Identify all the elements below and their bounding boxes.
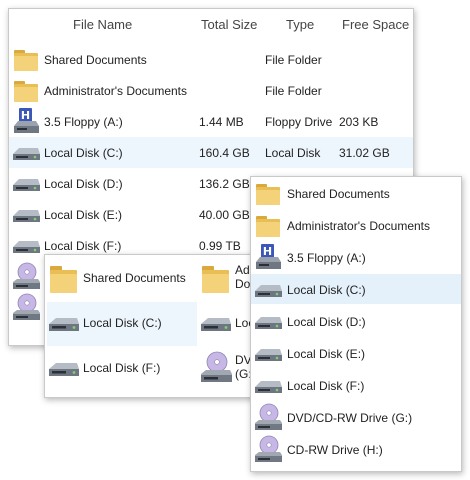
details-row[interactable]: Shared Documents File Folder	[9, 44, 413, 75]
list-item-label: DVD/CD-RW Drive (G:)	[287, 411, 413, 425]
list-item-label: Local Disk (D:)	[287, 315, 366, 329]
details-row[interactable]: H 3.5 Floppy (A:) 1.44 MB Floppy Drive 2…	[9, 106, 413, 137]
folder-icon	[11, 45, 41, 75]
file-name: Local Disk (C:)	[44, 146, 123, 160]
tile-label: Ad Do	[235, 263, 251, 291]
list-view-panel: Shared Documents Administrator's Documen…	[250, 176, 462, 472]
file-name: Local Disk (D:)	[44, 177, 123, 191]
cd-drive-icon	[253, 435, 283, 465]
tile-label: Shared Documents	[83, 271, 186, 285]
list-item[interactable]: Administrator's Documents	[251, 210, 461, 240]
list-item[interactable]: H 3.5 Floppy (A:)	[251, 242, 461, 272]
tile-item[interactable]: Shared Documents	[47, 257, 197, 301]
column-header-total-size[interactable]: Total Size	[201, 17, 257, 32]
column-header-type[interactable]: Type	[286, 17, 314, 32]
total-size: 1.44 MB	[199, 115, 244, 129]
hard-disk-icon	[11, 231, 41, 261]
list-item[interactable]: Local Disk (F:)	[251, 370, 461, 400]
hard-disk-icon	[253, 275, 283, 305]
details-row[interactable]: Administrator's Documents File Folder	[9, 75, 413, 106]
list-item-label: Administrator's Documents	[287, 219, 431, 233]
details-header: File Name Total Size Type Free Space	[9, 9, 413, 41]
list-item[interactable]: CD-RW Drive (H:)	[251, 434, 461, 464]
cd-drive-icon	[11, 293, 41, 323]
hard-disk-icon	[11, 169, 41, 199]
hard-disk-icon	[47, 306, 81, 342]
list-item-label: CD-RW Drive (H:)	[287, 443, 383, 457]
floppy-drive-icon: H	[11, 107, 41, 137]
cd-drive-icon	[199, 351, 233, 387]
type: Local Disk	[265, 146, 321, 160]
file-name: Local Disk (F:)	[44, 239, 122, 253]
file-name: Local Disk (E:)	[44, 208, 123, 222]
list-item[interactable]: Local Disk (D:)	[251, 306, 461, 336]
folder-icon	[47, 261, 81, 297]
file-name: Administrator's Documents	[44, 84, 188, 98]
file-name: 3.5 Floppy (A:)	[44, 115, 123, 129]
list-item[interactable]: DVD/CD-RW Drive (G:)	[251, 402, 461, 432]
total-size: 0.99 TB	[199, 239, 241, 253]
svg-text:H: H	[21, 109, 30, 122]
folder-icon	[253, 211, 283, 241]
hard-disk-icon	[11, 138, 41, 168]
column-header-file-name[interactable]: File Name	[73, 17, 132, 32]
total-size: 136.2 GB	[199, 177, 250, 191]
total-size: 40.00 GB	[199, 208, 250, 222]
free-space: 31.02 GB	[339, 146, 390, 160]
list-item-label: Local Disk (E:)	[287, 347, 366, 361]
svg-text:H: H	[263, 245, 272, 258]
hard-disk-icon	[11, 200, 41, 230]
total-size: 160.4 GB	[199, 146, 250, 160]
list-item-label: 3.5 Floppy (A:)	[287, 251, 366, 265]
tile-item[interactable]: Local Disk (F:)	[47, 347, 197, 391]
list-item-selected[interactable]: Local Disk (C:)	[251, 274, 461, 304]
folder-icon	[11, 76, 41, 106]
column-header-free-space[interactable]: Free Space	[342, 17, 409, 32]
floppy-drive-icon: H	[253, 243, 283, 273]
list-item-label: Local Disk (C:)	[287, 283, 366, 297]
tile-label: Local Disk (F:)	[83, 361, 161, 375]
type: Floppy Drive	[265, 115, 333, 129]
free-space: 203 KB	[339, 115, 379, 129]
list-item[interactable]: Local Disk (E:)	[251, 338, 461, 368]
tile-label: Local Disk (C:)	[83, 316, 162, 330]
tiles-view-panel: Shared Documents Ad Do Local Disk (C:) L…	[44, 254, 260, 398]
folder-icon	[253, 179, 283, 209]
list-item-label: Local Disk (F:)	[287, 379, 365, 393]
type: File Folder	[265, 53, 322, 67]
hard-disk-icon	[47, 351, 81, 387]
hard-disk-icon	[199, 306, 233, 342]
hard-disk-icon	[253, 307, 283, 337]
cd-drive-icon	[253, 403, 283, 433]
list-item-label: Shared Documents	[287, 187, 390, 201]
list-item[interactable]: Shared Documents	[251, 178, 461, 208]
file-name: Shared Documents	[44, 53, 147, 67]
folder-icon	[199, 261, 233, 297]
details-row-selected[interactable]: Local Disk (C:) 160.4 GB Local Disk 31.0…	[9, 137, 413, 168]
cd-drive-icon	[11, 262, 41, 292]
hard-disk-icon	[253, 371, 283, 401]
hard-disk-icon	[253, 339, 283, 369]
type: File Folder	[265, 84, 322, 98]
tile-item-selected[interactable]: Local Disk (C:)	[47, 302, 197, 346]
